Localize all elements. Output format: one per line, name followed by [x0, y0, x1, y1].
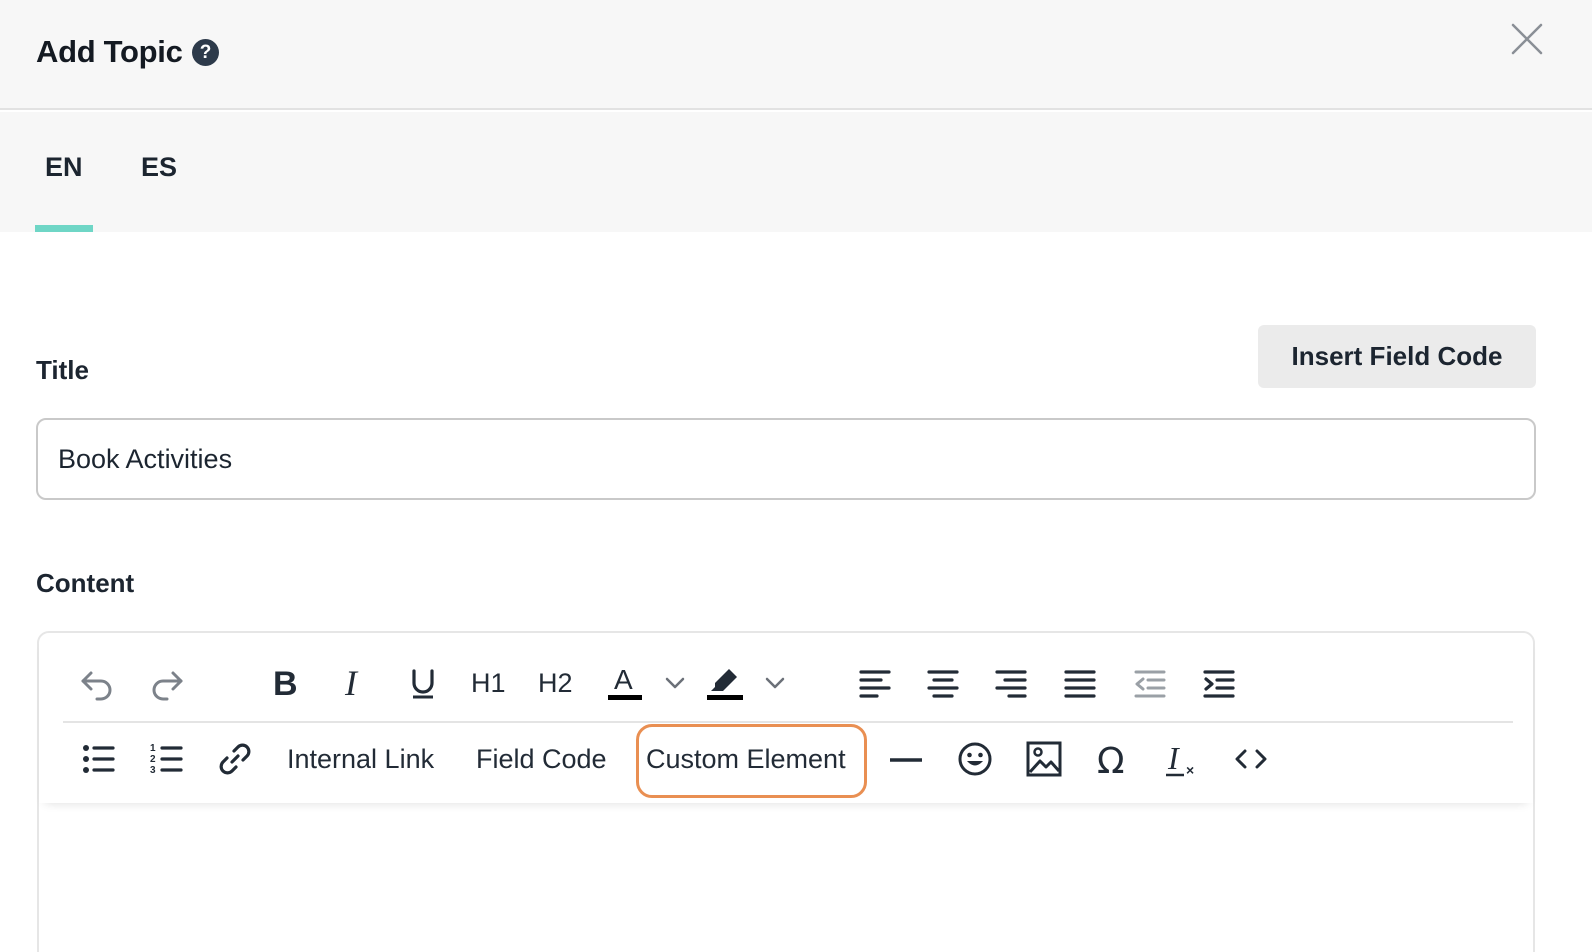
field-code-button[interactable]: Field Code: [476, 744, 607, 775]
tab-en[interactable]: EN: [45, 152, 83, 183]
chevron-down-icon[interactable]: [661, 669, 689, 697]
bold-icon[interactable]: B: [265, 663, 305, 703]
outdent-icon[interactable]: [1130, 663, 1170, 703]
active-tab-indicator: [35, 225, 93, 232]
title-label: Title: [36, 355, 89, 385]
rich-text-editor[interactable]: B I H1 H2 A 123 Internal Link Field Code…: [37, 631, 1535, 952]
help-icon[interactable]: ?: [192, 39, 219, 66]
tab-es[interactable]: ES: [141, 152, 177, 183]
svg-text:3: 3: [150, 765, 156, 776]
link-icon[interactable]: [215, 739, 255, 779]
insert-field-code-button[interactable]: Insert Field Code: [1258, 325, 1536, 388]
italic-icon[interactable]: I: [335, 663, 375, 703]
code-icon[interactable]: [1231, 739, 1271, 779]
internal-link-button[interactable]: Internal Link: [287, 744, 434, 775]
close-icon[interactable]: [1508, 20, 1546, 58]
custom-element-highlight: [636, 724, 867, 798]
numbered-list-icon[interactable]: 123: [147, 739, 187, 779]
svg-text:1: 1: [150, 743, 156, 754]
modal-header: Add Topic ?: [0, 0, 1592, 110]
align-center-icon[interactable]: [923, 663, 963, 703]
content-label: Content: [36, 568, 135, 598]
chevron-down-icon[interactable]: [761, 669, 789, 697]
redo-icon[interactable]: [147, 663, 187, 703]
heading-2-button[interactable]: H2: [538, 668, 573, 699]
text-color-icon[interactable]: A: [605, 661, 645, 703]
svg-text:B: B: [273, 665, 298, 703]
toolbar-divider: [63, 721, 1513, 723]
svg-text:I: I: [1167, 740, 1180, 776]
omega-icon[interactable]: Ω: [1093, 739, 1133, 779]
undo-icon[interactable]: [77, 663, 117, 703]
bullet-list-icon[interactable]: [79, 739, 119, 779]
language-tabs: EN ES: [0, 112, 1592, 232]
indent-icon[interactable]: [1199, 663, 1239, 703]
image-icon[interactable]: [1024, 739, 1064, 779]
highlight-icon[interactable]: [705, 661, 745, 703]
svg-text:2: 2: [150, 754, 156, 765]
clear-format-icon[interactable]: I ×: [1162, 739, 1202, 779]
align-justify-icon[interactable]: [1060, 663, 1100, 703]
underline-icon[interactable]: [403, 663, 443, 703]
modal-title: Add Topic: [36, 34, 183, 69]
heading-1-button[interactable]: H1: [471, 668, 506, 699]
align-right-icon[interactable]: [991, 663, 1031, 703]
title-input[interactable]: [36, 418, 1536, 500]
horizontal-rule-icon[interactable]: [886, 739, 926, 779]
svg-text:A: A: [614, 664, 633, 695]
svg-text:I: I: [344, 663, 359, 703]
emoji-icon[interactable]: [955, 739, 995, 779]
svg-text:×: ×: [1186, 762, 1194, 778]
svg-text:Ω: Ω: [1097, 741, 1125, 779]
align-left-icon[interactable]: [855, 663, 895, 703]
